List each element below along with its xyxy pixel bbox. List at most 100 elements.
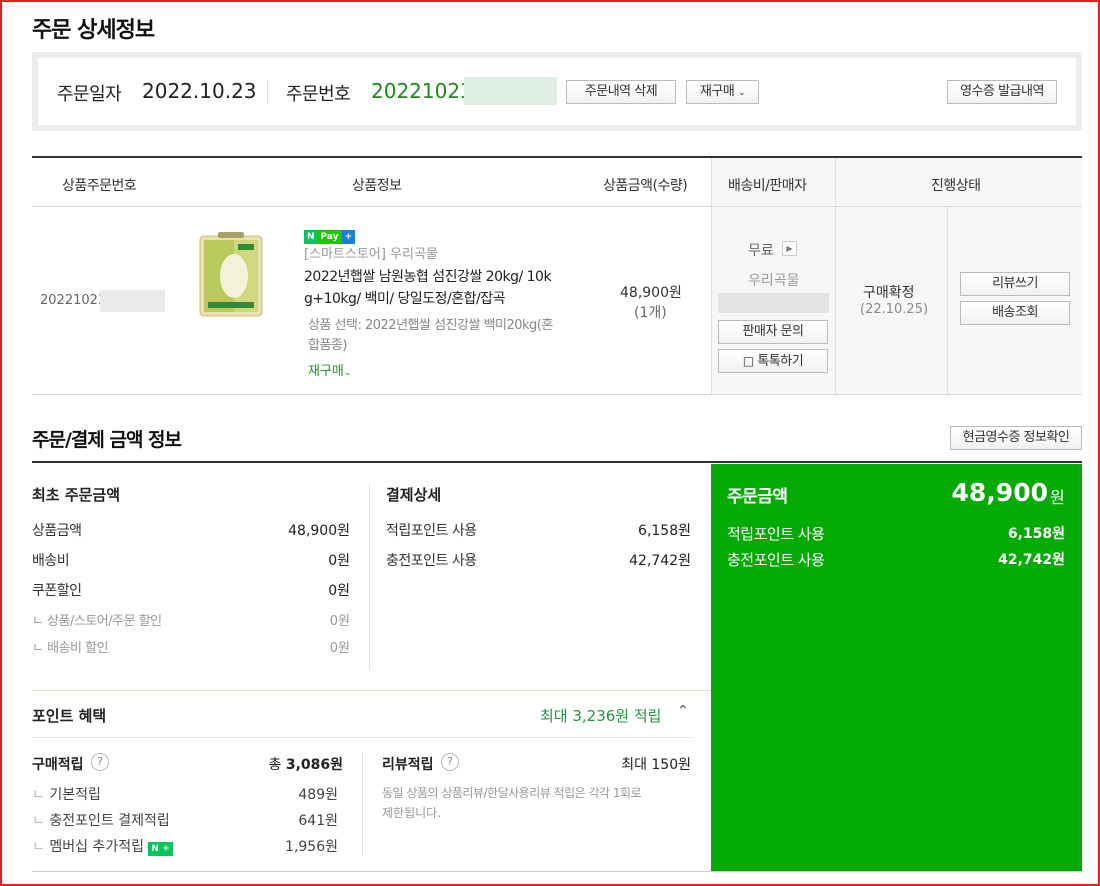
product-order-number: 20221023 [40,293,107,308]
product-name-line-2[interactable]: g+10kg/ 백미/ 당일도정/혼합/잡곡 [304,288,506,308]
product-option-line-2: 합품종) [308,338,347,353]
reorder-link-label: 재구매 [308,364,344,379]
payment-detail-title: 결제상세 [386,486,442,504]
reorder-button[interactable]: 재구매 ⌄ [686,80,759,104]
talktalk-button[interactable]: □ 톡톡하기 [718,349,828,373]
summary-amount: 48,900 [951,478,1048,507]
charge-point-used-value: 42,742원 [629,553,691,569]
plus-icon: + [341,230,356,244]
order-date-label: 주문일자 [57,84,122,105]
review-points-desc-2: 제한됩니다. [382,806,442,820]
membership-points-text: 멤버십 추가적립 [49,839,144,855]
naver-n-icon: N [304,230,318,244]
table-header-border [32,206,1082,207]
base-points-label: ㄴ 기본적립 [32,787,101,803]
table-bottom-border [32,394,1082,395]
help-icon[interactable]: ? [441,753,459,771]
header-status: 진행상태 [931,178,981,194]
charge-point-used-label: 충전포인트 사용 [386,553,477,569]
status-date: (22.10.25) [860,302,929,317]
chevron-down-icon: ⌄ [343,368,352,378]
talktalk-label: 톡톡하기 [757,354,804,369]
npay-label: Pay [317,230,342,244]
coupon-discount-value: 0원 [328,583,350,599]
header-product-info: 상품정보 [352,178,402,194]
review-points-title: 리뷰적립 [382,757,434,773]
store-name[interactable]: [스마트스토어] 우리곡물 [304,243,438,262]
write-review-button[interactable]: 리뷰쓰기 [960,272,1070,296]
chevron-up-icon[interactable]: ⌃ [677,703,689,719]
purchase-points-total: 총 3,086원 [240,754,343,774]
product-name-line-1[interactable]: 2022년햅쌀 남원농협 섬진강쌀 20kg/ 10k [304,266,552,286]
order-status: 구매확정 [863,285,915,301]
charge-payment-points-value: 641원 [298,813,338,829]
npay-badge: N Pay + [304,224,356,244]
header-order-no: 상품주문번호 [62,178,137,194]
points-max-label: 최대 3,236원 적립 [540,707,662,725]
delete-order-button[interactable]: 주문내역 삭제 [566,80,676,104]
membership-points-label: ㄴ 멤버십 추가적립 N + [32,836,173,856]
product-quantity: (1개) [634,305,667,321]
product-amount-label: 상품금액 [32,523,82,539]
points-title: 포인트 혜택 [32,707,107,725]
page-title: 주문 상세정보 [32,18,155,43]
receipt-history-button[interactable]: 영수증 발급내역 [947,80,1057,104]
product-option-line-1: 상품 선택: 2022년햅쌀 섬진강쌀 백미20kg(혼 [308,318,553,333]
col-divider [835,158,836,394]
purchase-points-title: 구매적립 [32,757,84,773]
redacted-block [100,290,165,312]
product-reorder-link[interactable]: 재구매⌄ [308,360,351,379]
divider [267,80,268,104]
points-divider [32,690,711,691]
play-arrow-icon[interactable]: ▶ [782,241,797,256]
naver-plus-icon: N + [148,842,173,856]
redacted-block [718,293,829,313]
summary-charge-value: 42,742원 [998,552,1065,568]
coupon-discount-label: 쿠폰할인 [32,583,82,599]
header-price-qty: 상품금액(수량) [603,178,688,194]
seller-inquiry-button[interactable]: 판매자 문의 [718,320,828,344]
redacted-block [464,77,557,105]
payment-section-title: 주문/결제 금액 정보 [32,429,182,451]
shipping-fee-value: 0원 [328,553,350,569]
reward-point-used-label: 적립포인트 사용 [386,523,477,539]
product-amount-value: 48,900원 [288,523,350,539]
col-divider [369,484,370,670]
total-prefix: 총 [268,757,282,773]
chat-bubble-icon: □ [742,354,754,368]
col-divider [362,752,363,856]
charge-payment-points-label: ㄴ 충전포인트 결제적립 [32,813,170,829]
product-thumbnail[interactable] [198,230,264,320]
summary-reward-label: 적립포인트 사용 [727,525,825,543]
summary-unit: 원 [1050,488,1065,507]
review-points-max: 최대 150원 [621,757,691,773]
shipping-discount-label: ㄴ 배송비 할인 [32,641,109,656]
total-value: 3,086원 [285,757,343,773]
summary-title: 주문금액 [727,487,788,507]
shipping-fee: 무료 [748,243,774,259]
reorder-label: 재구매 [699,84,735,99]
review-points-desc-1: 동일 상품의 상품리뷰/한달사용리뷰 적립은 각각 1회로 [382,786,642,800]
cash-receipt-button[interactable]: 현금영수증 정보확인 [950,426,1082,450]
payment-top-border [32,461,1082,463]
points-inner-divider [32,737,692,738]
col-divider [711,158,712,394]
initial-amount-title: 최초 주문금액 [32,486,121,504]
order-number-label: 주문번호 [286,84,351,105]
order-date-value: 2022.10.23 [142,79,257,103]
product-price: 48,900원 [620,285,682,301]
chevron-down-icon: ⌄ [737,88,746,98]
summary-reward-value: 6,158원 [1007,526,1065,542]
header-shipping-seller: 배송비/판매자 [728,178,807,194]
shipping-fee-label: 배송비 [32,553,70,569]
shipping-discount-value: 0원 [329,641,350,656]
reward-point-used-value: 6,158원 [638,523,691,539]
bottom-border [32,871,1082,872]
track-delivery-button[interactable]: 배송조회 [960,301,1070,325]
help-icon[interactable]: ? [91,753,109,771]
base-points-text: 기본적립 [49,787,101,803]
membership-points-value: 1,956원 [285,839,338,855]
col-divider [947,207,948,394]
store-discount-value: 0원 [329,614,350,629]
seller-name[interactable]: 우리곡물 [748,270,800,290]
